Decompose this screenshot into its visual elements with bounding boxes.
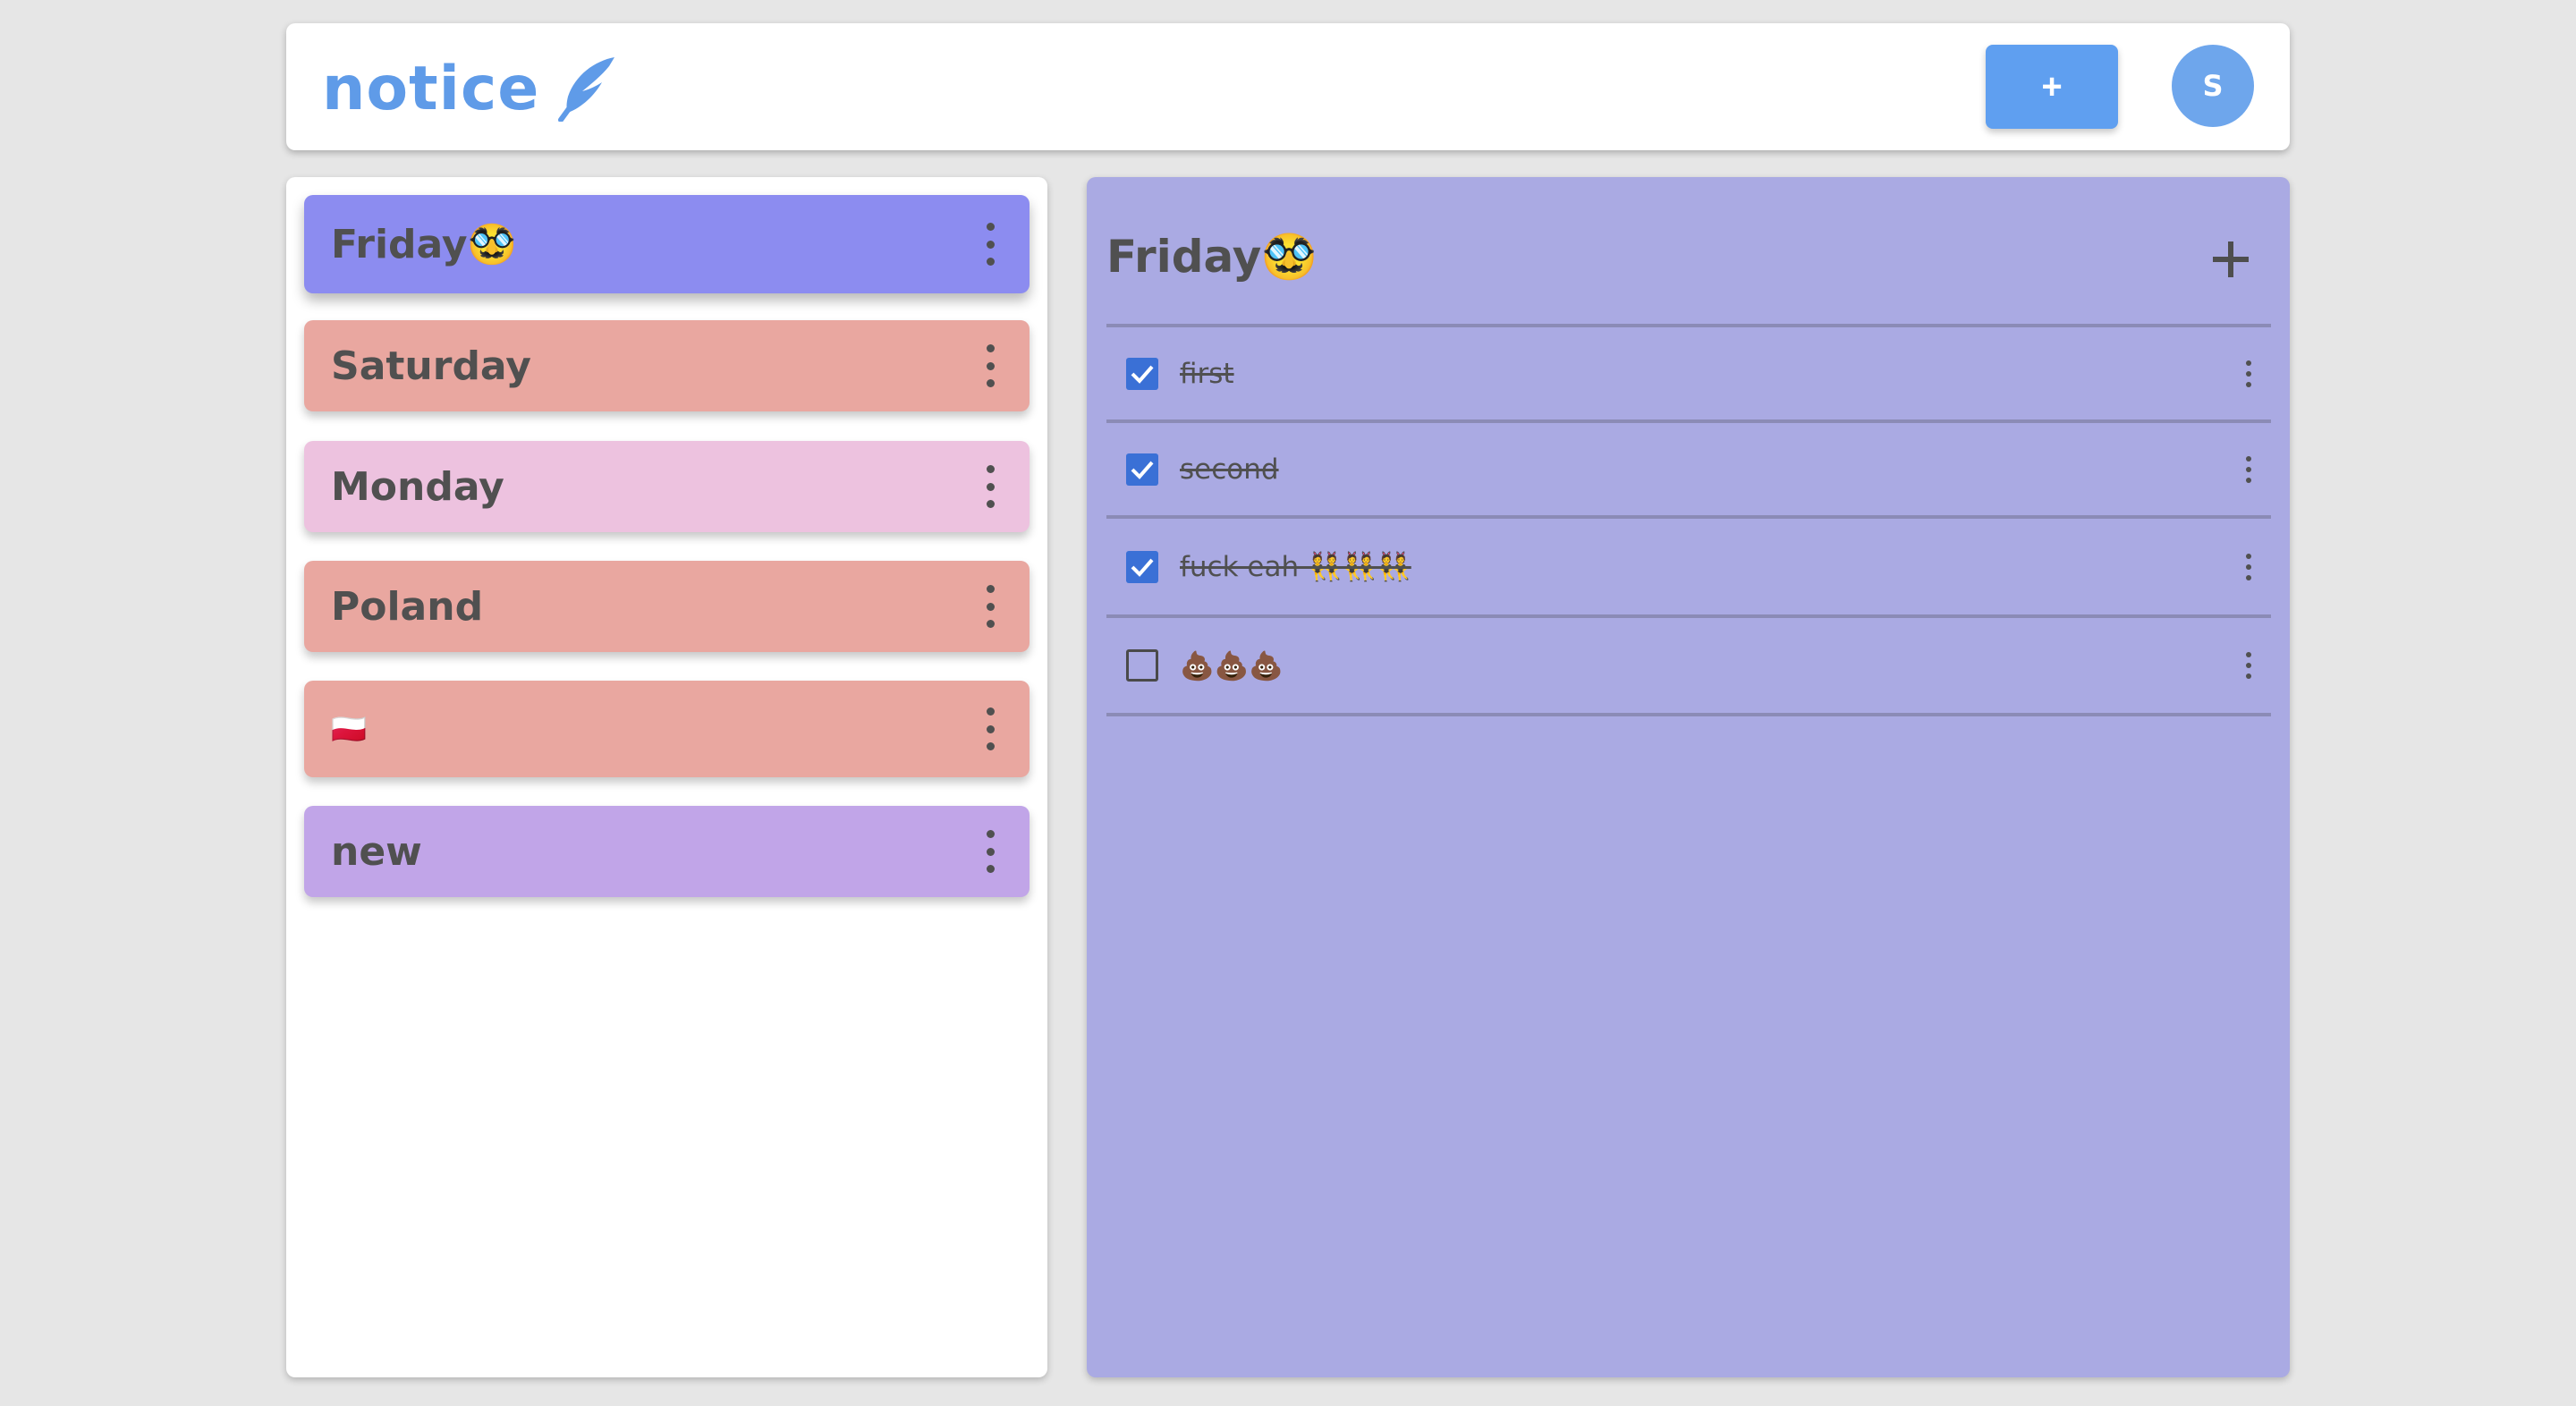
- notes-sidebar: Friday🥸 Saturday Monday Poland 🇵🇱 new: [286, 177, 1047, 1377]
- todo-checkbox[interactable]: [1126, 550, 1158, 583]
- note-label: Monday: [331, 463, 504, 510]
- avatar[interactable]: S: [2172, 45, 2254, 127]
- more-options-icon[interactable]: [2244, 553, 2253, 580]
- divider: [1106, 713, 2271, 716]
- todo-checkbox[interactable]: [1126, 649, 1158, 682]
- more-options-icon[interactable]: [981, 830, 999, 873]
- note-label: Friday🥸: [331, 222, 517, 267]
- note-item-friday[interactable]: Friday🥸: [304, 195, 1030, 293]
- more-options-icon[interactable]: [2244, 360, 2253, 387]
- todo-item: first: [1106, 327, 2271, 419]
- more-options-icon[interactable]: [981, 707, 999, 750]
- more-options-icon[interactable]: [981, 344, 999, 387]
- note-label: new: [331, 828, 422, 875]
- more-options-icon[interactable]: [2244, 455, 2253, 483]
- note-label: Saturday: [331, 343, 531, 389]
- todo-item: fuck eah 👯👯👯: [1106, 519, 2271, 614]
- note-label: Poland: [331, 583, 484, 630]
- add-note-button[interactable]: +: [1986, 45, 2118, 129]
- note-item-poland[interactable]: Poland: [304, 561, 1030, 652]
- plus-icon[interactable]: [2209, 238, 2252, 281]
- todo-checkbox[interactable]: [1126, 453, 1158, 486]
- more-options-icon[interactable]: [981, 465, 999, 508]
- feather-icon: [558, 57, 615, 122]
- todo-text[interactable]: fuck eah 👯👯👯: [1180, 550, 1411, 583]
- note-item-saturday[interactable]: Saturday: [304, 320, 1030, 411]
- more-options-icon[interactable]: [981, 585, 999, 628]
- note-label: 🇵🇱: [331, 712, 367, 746]
- logo-text: notice: [322, 53, 540, 124]
- todo-item: second: [1106, 423, 2271, 515]
- note-item-monday[interactable]: Monday: [304, 441, 1030, 532]
- note-item-new[interactable]: new: [304, 806, 1030, 897]
- todo-checkbox[interactable]: [1126, 357, 1158, 390]
- todo-text[interactable]: first: [1180, 358, 1234, 390]
- app-header: notice + S: [286, 23, 2290, 150]
- more-options-icon[interactable]: [981, 223, 999, 266]
- todo-text[interactable]: second: [1180, 453, 1279, 486]
- more-options-icon[interactable]: [2244, 652, 2253, 679]
- note-detail-panel: Friday🥸 first second fuck eah 👯👯👯 💩💩💩: [1087, 177, 2290, 1377]
- todo-text[interactable]: 💩💩💩: [1180, 649, 1284, 682]
- note-title: Friday🥸: [1106, 231, 1318, 283]
- todo-item: 💩💩💩: [1106, 618, 2271, 713]
- note-item-flag[interactable]: 🇵🇱: [304, 681, 1030, 777]
- todo-list: first second fuck eah 👯👯👯 💩💩💩: [1106, 324, 2271, 716]
- logo[interactable]: notice: [322, 48, 618, 129]
